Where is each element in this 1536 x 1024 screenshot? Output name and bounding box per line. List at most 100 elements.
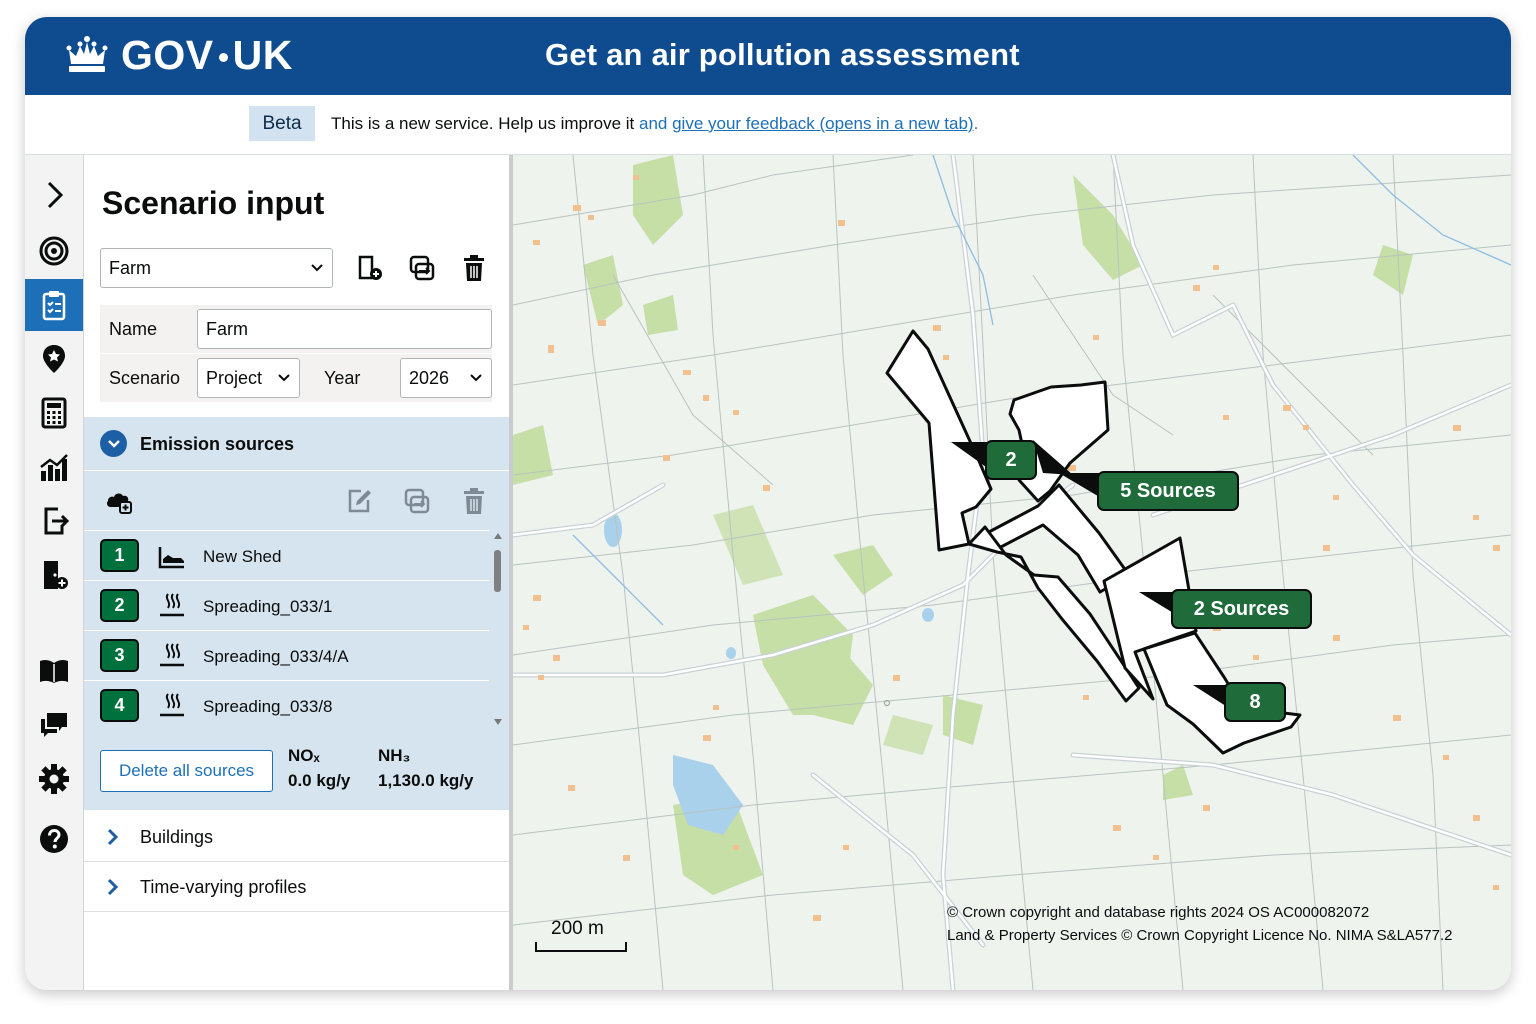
service-title[interactable]: Get an air pollution assessment [545, 37, 1020, 73]
time-varying-profiles-section[interactable]: Time-varying profiles [84, 862, 509, 912]
delete-situation-button[interactable] [459, 253, 489, 283]
copy-situation-button[interactable] [407, 253, 437, 283]
source-label: Spreading_033/8 [203, 697, 333, 716]
source-list: 1 New Shed 2 Spreading_033/1 3 Spreading… [84, 530, 489, 730]
app-window: GOV UK Get an air pollution assessment B… [25, 17, 1511, 990]
rail-settings[interactable] [25, 753, 83, 805]
new-situation-button[interactable] [355, 253, 385, 283]
rail-location[interactable] [25, 333, 83, 385]
trash-icon [464, 488, 484, 514]
copy-source-button[interactable] [402, 486, 432, 516]
year-select[interactable]: 2026 [400, 358, 492, 398]
map-source-label[interactable]: 8 [1224, 682, 1286, 722]
source-list-scrollbar[interactable] [491, 530, 505, 730]
delete-source-button[interactable] [459, 486, 489, 516]
logo-text-uk: UK [232, 31, 293, 78]
source-row[interactable]: 1 New Shed [84, 530, 489, 580]
beta-tag: Beta [249, 106, 315, 141]
rail-manual[interactable] [25, 645, 83, 697]
year-select-value: 2026 [409, 368, 450, 388]
edit-source-button[interactable] [345, 486, 375, 516]
rail-help[interactable] [25, 813, 83, 865]
chevron-right-icon [107, 878, 119, 896]
rail-calculate[interactable] [25, 387, 83, 439]
nh3-label: NH₃ [378, 746, 411, 765]
nox-label: NOₓ [288, 746, 320, 765]
situation-select[interactable]: Farm [100, 248, 333, 288]
govuk-logo[interactable]: GOV UK [63, 31, 293, 78]
emission-sources-header[interactable]: Emission sources [84, 417, 509, 471]
emission-sources-section: Emission sources 1 New Shed 2 Spreading_… [84, 417, 509, 810]
scenario-row: Scenario Project Year 2026 [100, 354, 492, 402]
manure-spreading-icon [160, 593, 184, 617]
chart-icon [40, 454, 68, 481]
trash-icon [464, 255, 484, 281]
target-icon [39, 236, 69, 266]
phase-text-and: and [639, 114, 673, 133]
panel-title: Scenario input [102, 185, 325, 221]
feedback-link[interactable]: give your feedback (opens in a new tab) [672, 114, 973, 133]
time-varying-profiles-label: Time-varying profiles [140, 877, 307, 897]
collapse-toggle[interactable] [100, 430, 127, 457]
phase-text-prefix: This is a new service. Help us improve i… [331, 114, 639, 133]
emission-sources-title: Emission sources [140, 434, 295, 454]
scrollbar-thumb[interactable] [494, 550, 501, 592]
copy-icon [409, 255, 435, 281]
rail-results[interactable] [25, 441, 83, 493]
help-icon [40, 825, 68, 853]
animal-housing-icon [158, 547, 184, 569]
logo-text-gov: GOV [121, 31, 214, 78]
calculator-icon [41, 397, 67, 429]
logo-dot [218, 52, 228, 62]
source-row[interactable]: 3 Spreading_033/4/A [84, 630, 489, 680]
map-source-cluster-label[interactable]: 5 Sources [1097, 471, 1239, 511]
govuk-header: GOV UK Get an air pollution assessment [25, 17, 1511, 95]
map-source-label[interactable]: 2 [985, 440, 1037, 480]
phase-banner-text: This is a new service. Help us improve i… [331, 114, 978, 134]
scenario-label: Scenario [109, 368, 181, 388]
rail-import[interactable] [25, 549, 83, 601]
rail-expand[interactable] [25, 169, 83, 221]
buildings-section[interactable]: Buildings [84, 812, 509, 862]
rail-assessment-points[interactable] [25, 225, 83, 277]
scale-text: 200 m [551, 918, 604, 939]
cloud-add-icon [107, 493, 132, 514]
new-document-icon [358, 255, 382, 280]
source-number-badge: 2 [100, 589, 139, 622]
buildings-label: Buildings [140, 827, 214, 847]
add-source-button[interactable] [104, 486, 134, 516]
scale-bar [535, 942, 627, 952]
rail-export[interactable] [25, 495, 83, 547]
sources-toolbar [84, 472, 509, 530]
manure-spreading-icon [160, 643, 184, 667]
delete-all-sources-button[interactable]: Delete all sources [100, 750, 273, 792]
map-source-cluster-label[interactable]: 2 Sources [1171, 589, 1312, 629]
chevron-right-icon [47, 181, 64, 209]
nh3-value: 1,130.0 kg/y [378, 771, 474, 790]
scroll-up-icon [494, 533, 502, 539]
crown-icon [66, 36, 108, 72]
source-number-badge: 1 [100, 539, 139, 572]
chevron-down-icon [107, 439, 120, 448]
copy-icon [404, 488, 430, 514]
map-attribution: © Crown copyright and database rights 20… [947, 901, 1452, 947]
chat-icon [41, 713, 67, 737]
edit-icon [348, 489, 371, 513]
source-label: Spreading_033/4/A [203, 647, 349, 666]
source-label: New Shed [203, 547, 282, 566]
source-number-badge: 3 [100, 639, 139, 672]
source-row[interactable]: 4 Spreading_033/8 [84, 680, 489, 730]
scenario-select-value: Project [206, 368, 263, 388]
name-input[interactable]: Farm [197, 309, 492, 349]
source-row[interactable]: 2 Spreading_033/1 [84, 580, 489, 630]
rail-scenario-input[interactable] [25, 279, 83, 331]
chevron-right-icon [107, 828, 119, 846]
year-label: Year [324, 368, 361, 388]
book-icon [40, 659, 68, 683]
scenario-select[interactable]: Project [197, 358, 300, 398]
map-scale: 200 m [535, 918, 627, 952]
rail-feedback[interactable] [25, 699, 83, 751]
map-view[interactable]: 2 5 Sources 2 Sources 8 200 m © Crown co… [513, 155, 1511, 990]
manure-spreading-icon [160, 693, 184, 717]
nox-value: 0.0 kg/y [288, 771, 351, 790]
